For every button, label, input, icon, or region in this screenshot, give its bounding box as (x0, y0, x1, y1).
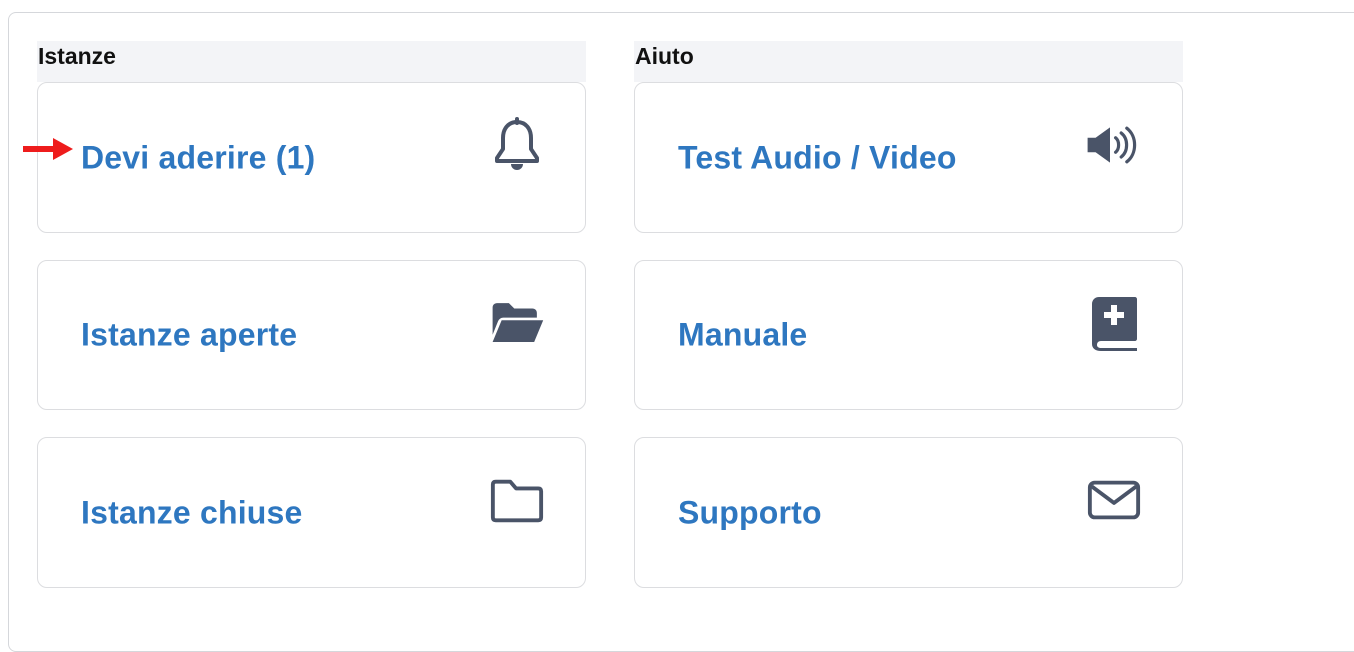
card-istanze-chiuse[interactable]: Istanze chiuse (37, 437, 586, 588)
card-label-manuale[interactable]: Manuale (678, 317, 807, 354)
red-arrow-icon (23, 138, 73, 160)
card-manuale[interactable]: Manuale (634, 260, 1183, 410)
folder-icon (489, 472, 545, 528)
card-istanze-aperte[interactable]: Istanze aperte (37, 260, 586, 410)
folder-open-icon (489, 295, 545, 351)
volume-icon (1086, 117, 1142, 173)
envelope-icon (1086, 472, 1142, 528)
card-supporto[interactable]: Supporto (634, 437, 1183, 588)
card-label-supporto[interactable]: Supporto (678, 494, 822, 531)
card-label-istanze-aperte[interactable]: Istanze aperte (81, 317, 297, 354)
card-label-devi-aderire[interactable]: Devi aderire (1) (81, 139, 315, 176)
section-header-istanze: Istanze (37, 41, 586, 82)
card-label-test-audio-video[interactable]: Test Audio / Video (678, 139, 957, 176)
card-label-istanze-chiuse[interactable]: Istanze chiuse (81, 494, 303, 531)
bell-icon (489, 117, 545, 173)
card-test-audio-video[interactable]: Test Audio / Video (634, 82, 1183, 233)
section-header-aiuto: Aiuto (634, 41, 1183, 82)
card-devi-aderire[interactable]: Devi aderire (1) (37, 82, 586, 233)
medical-book-icon (1086, 295, 1142, 351)
